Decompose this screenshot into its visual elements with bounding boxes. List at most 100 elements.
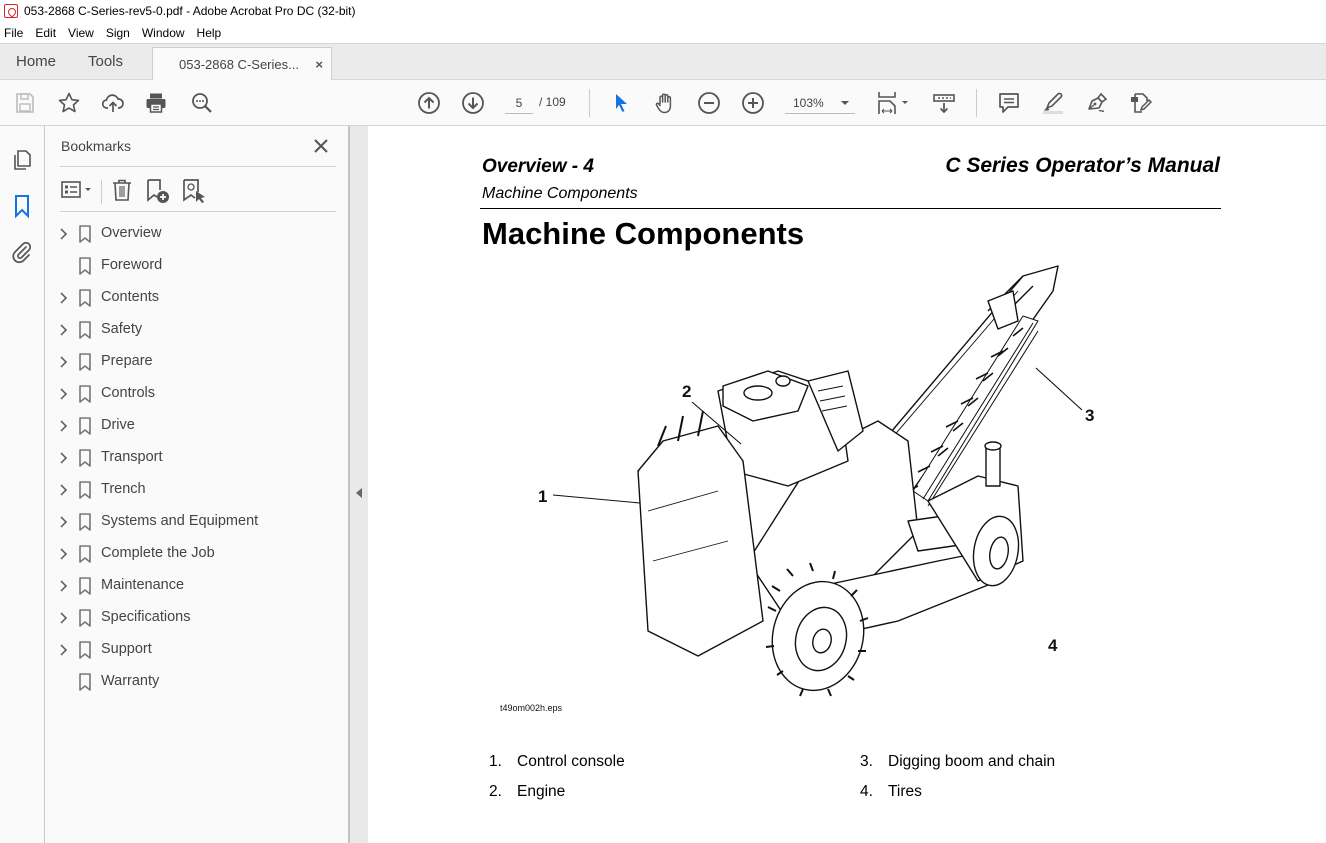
sign-button[interactable] [1085,91,1109,115]
menu-edit[interactable]: Edit [35,26,56,40]
legend-text: Engine [517,783,566,800]
menu-file[interactable]: File [4,26,23,40]
close-tab-icon[interactable]: × [315,57,323,72]
chevron-right-icon[interactable] [58,643,70,657]
tab-tools[interactable]: Tools [88,53,123,70]
page-fit-button[interactable] [876,91,912,115]
bookmark-item[interactable]: Trench [45,474,349,506]
bookmark-icon [78,545,92,563]
chevron-right-icon[interactable] [58,355,70,369]
comment-icon [999,93,1019,113]
next-page-button[interactable] [461,91,485,115]
pen-sign-icon [1088,92,1108,113]
chevron-right-icon[interactable] [58,547,70,561]
bookmark-item[interactable]: Foreword [45,250,349,282]
options-menu-button[interactable] [60,178,96,202]
bookmark-label: Foreword [101,257,163,273]
close-panel-button[interactable] [311,136,331,156]
bookmark-star-button[interactable] [57,91,81,115]
tab-document[interactable]: 053-2868 C-Series... × [152,47,332,81]
find-button[interactable] [190,91,214,115]
bookmark-item[interactable]: Prepare [45,346,349,378]
bookmark-item[interactable]: Drive [45,410,349,442]
chevron-right-icon[interactable] [58,451,70,465]
select-tool-button[interactable] [609,91,633,115]
chevron-right-icon[interactable] [58,611,70,625]
legend-text: Control console [517,753,625,770]
navigation-rail [0,126,45,843]
bookmark-item[interactable]: Complete the Job [45,538,349,570]
chevron-right-icon[interactable] [58,323,70,337]
bookmark-item[interactable]: Maintenance [45,570,349,602]
chevron-right-icon[interactable] [58,291,70,305]
chevron-right-icon[interactable] [58,419,70,433]
divider [60,211,336,212]
bookmark-icon [78,321,92,339]
page-thumbnails-button[interactable] [10,148,34,172]
chevron-right-icon[interactable] [58,515,70,529]
bookmark-label: Complete the Job [101,545,215,561]
scroll-down-icon [933,94,955,114]
comment-button[interactable] [997,91,1021,115]
callout-3: 3 [1085,406,1094,425]
bookmark-item[interactable]: Contents [45,282,349,314]
bookmark-item[interactable]: Specifications [45,602,349,634]
zoom-in-button[interactable] [741,91,765,115]
panel-collapse-splitter[interactable] [349,126,368,843]
zoom-out-button[interactable] [697,91,721,115]
pointer-arrow-icon [616,94,627,112]
bookmark-item[interactable]: Overview [45,218,349,250]
bookmark-target-icon [183,179,205,203]
upload-button[interactable] [101,91,125,115]
trash-icon [113,179,131,201]
legend-number: 3. [860,753,873,770]
callout-1: 1 [538,487,547,506]
edit-pdf-button[interactable] [1129,91,1153,115]
legend-number: 1. [489,753,502,770]
bookmark-item[interactable]: Transport [45,442,349,474]
tab-home[interactable]: Home [16,53,56,70]
minus-circle-icon [698,92,720,114]
menu-view[interactable]: View [68,26,94,40]
hand-tool-button[interactable] [653,91,677,115]
bookmark-item[interactable]: Support [45,634,349,666]
menu-bar: File Edit View Sign Window Help [0,22,1326,43]
highlight-button[interactable] [1041,91,1065,115]
chevron-right-icon[interactable] [58,579,70,593]
window-title-bar: 053-2868 C-Series-rev5-0.pdf - Adobe Acr… [0,0,1326,22]
collapse-arrow-icon[interactable] [356,488,362,498]
page-number-input[interactable] [505,92,533,114]
chevron-right-icon[interactable] [58,483,70,497]
plus-circle-icon [742,92,764,114]
print-button[interactable] [144,91,168,115]
menu-help[interactable]: Help [197,26,222,40]
bookmark-item[interactable]: Warranty [45,666,349,698]
callout-4: 4 [1048,636,1058,655]
new-bookmark-button[interactable] [145,178,171,204]
scroll-mode-button[interactable] [932,91,956,115]
figure-caption: t49om002h.eps [500,703,563,713]
bookmark-item[interactable]: Systems and Equipment [45,506,349,538]
toolbar-divider [589,89,590,117]
toolbar-divider [976,89,977,117]
save-button[interactable] [13,91,37,115]
menu-window[interactable]: Window [142,26,185,40]
zoom-level-dropdown[interactable]: 103% [785,92,855,114]
bookmarks-panel-button[interactable] [10,194,34,219]
legend-item: 1. Control console [489,753,625,771]
paperclip-icon [12,241,32,264]
bookmark-item[interactable]: Safety [45,314,349,346]
bookmark-icon [78,641,92,659]
chevron-right-icon[interactable] [58,227,70,241]
chevron-right-icon[interactable] [58,387,70,401]
acrobat-app-icon [4,4,18,18]
delete-bookmark-button[interactable] [110,178,134,202]
page-header-section: Overview - 4 [482,156,594,177]
bookmark-from-selection-button[interactable] [181,178,207,204]
attachments-button[interactable] [10,240,34,264]
fit-page-icon [878,92,908,114]
menu-sign[interactable]: Sign [106,26,130,40]
previous-page-button[interactable] [417,91,441,115]
bookmark-label: Specifications [101,609,191,625]
bookmark-item[interactable]: Controls [45,378,349,410]
